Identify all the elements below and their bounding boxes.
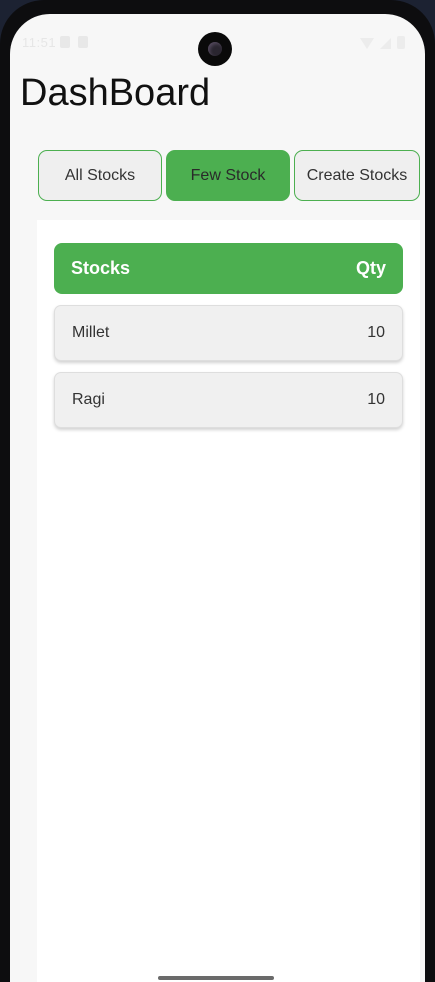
tab-few-stock[interactable]: Few Stock [166,150,290,201]
notification-icons [60,36,88,48]
stock-name: Millet [72,324,110,341]
tab-create-stocks[interactable]: Create Stocks [294,150,420,201]
app-screen: 11:51 DashBoard All Stocks Few Stock Cre… [10,14,425,982]
table-header: Stocks Qty [54,243,403,294]
front-camera [198,32,232,66]
table-row[interactable]: Ragi 10 [54,372,403,428]
tab-all-stocks[interactable]: All Stocks [38,150,162,201]
stock-qty: 10 [367,391,385,408]
status-time: 11:51 [22,35,57,50]
notification-icon [60,36,70,48]
column-header-qty: Qty [355,258,386,278]
cellular-signal-icon [380,38,391,49]
page-title: DashBoard [20,72,211,114]
stock-qty: 10 [367,324,385,341]
phone-frame: 11:51 DashBoard All Stocks Few Stock Cre… [0,0,435,982]
stock-tabs: All Stocks Few Stock Create Stocks [38,150,420,201]
stock-list-panel: Stocks Qty Millet 10 Ragi 10 [37,220,420,982]
table-row[interactable]: Millet 10 [54,305,403,361]
system-icons [360,36,405,49]
battery-icon [397,36,405,49]
sim-card-icon [78,36,88,48]
wifi-icon [360,38,374,49]
column-header-stocks: Stocks [71,258,131,278]
home-indicator[interactable] [158,976,274,980]
status-bar: 11:51 [10,14,425,70]
stock-name: Ragi [72,391,105,408]
